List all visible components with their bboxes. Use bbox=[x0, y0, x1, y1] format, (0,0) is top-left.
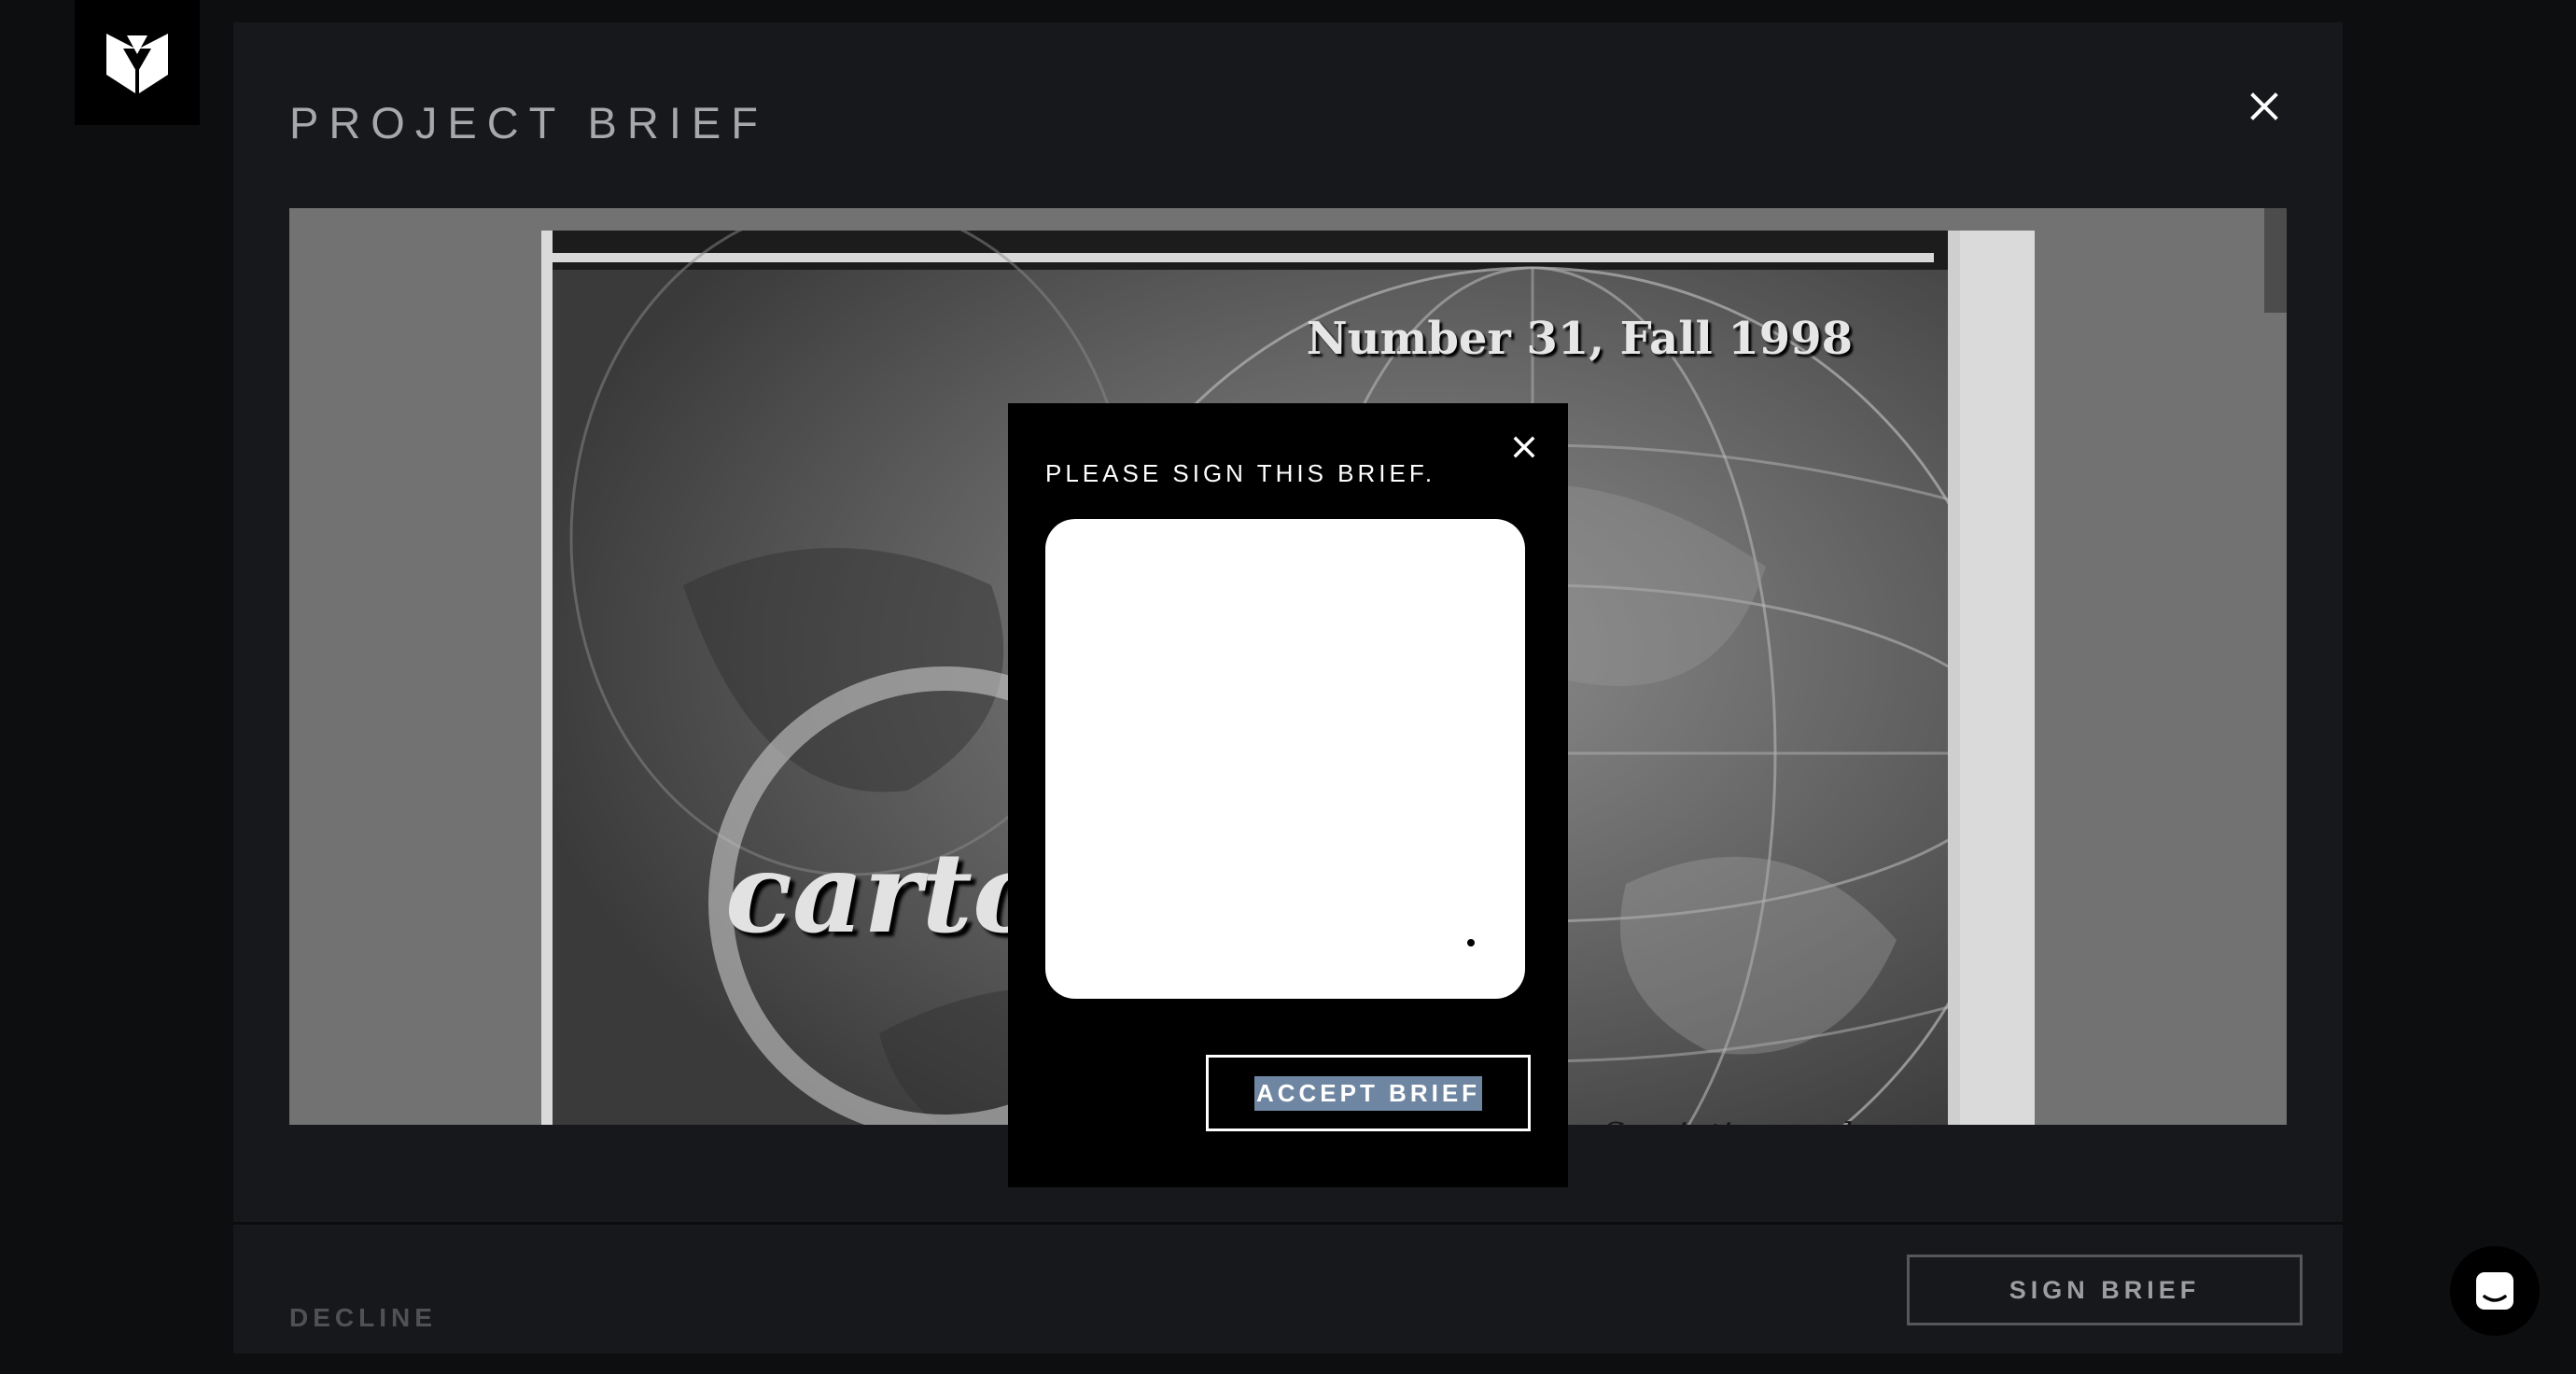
chat-icon bbox=[2476, 1272, 2513, 1310]
issue-label: Number 31, Fall 1998 bbox=[1306, 313, 1853, 365]
sign-brief-button[interactable]: SIGN BRIEF bbox=[1907, 1255, 2303, 1325]
chat-launcher-button[interactable] bbox=[2450, 1246, 2540, 1336]
accept-brief-label: ACCEPT BRIEF bbox=[1253, 1075, 1483, 1111]
close-icon[interactable] bbox=[1505, 428, 1544, 467]
decline-button[interactable]: DECLINE bbox=[289, 1303, 437, 1333]
viewer-scrollbar[interactable] bbox=[2264, 208, 2287, 313]
brand-logo-icon bbox=[106, 34, 168, 93]
signature-stroke bbox=[1467, 939, 1475, 946]
close-icon[interactable] bbox=[2240, 82, 2289, 131]
signature-pad[interactable] bbox=[1045, 519, 1525, 999]
brand-logo[interactable] bbox=[75, 0, 200, 125]
footer-divider bbox=[233, 1222, 2343, 1225]
panel-title: PROJECT BRIEF bbox=[289, 98, 768, 147]
sign-modal: PLEASE SIGN THIS BRIEF. ACCEPT BRIEF bbox=[1008, 403, 1568, 1187]
accept-brief-button[interactable]: ACCEPT BRIEF bbox=[1206, 1055, 1531, 1131]
modal-title: PLEASE SIGN THIS BRIEF. bbox=[1045, 459, 1436, 487]
